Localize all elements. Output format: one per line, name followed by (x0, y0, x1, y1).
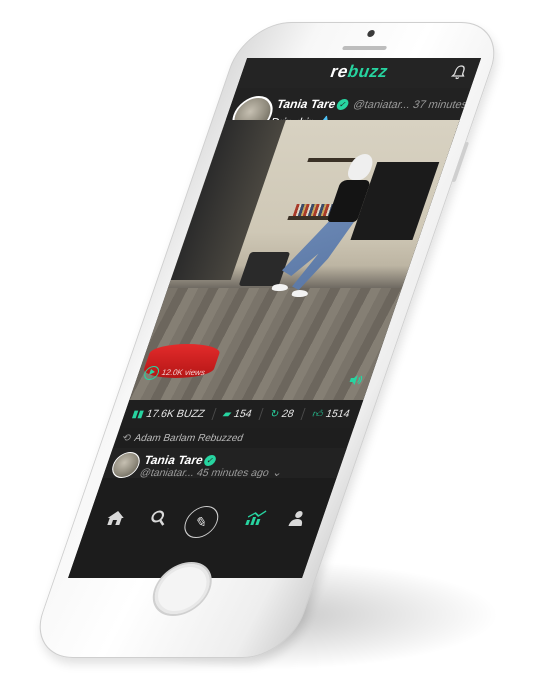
search-icon[interactable] (146, 510, 169, 531)
second-post-header: Tania Tare✓ @taniatar... 45 minutes ago⌄ (102, 448, 347, 479)
rebuzz-count: 28 (279, 408, 296, 420)
rebuzzed-by-text: Adam Barlam Rebuzzed (132, 433, 245, 444)
buzz-stat[interactable]: ▮▮ 17.6K BUZZ (130, 408, 207, 420)
rebuzz-attribution[interactable]: ⟲Adam Barlam Rebuzzed (113, 430, 353, 448)
video-views: 12.0K views (160, 368, 207, 378)
video-play-overlay[interactable]: 12.0K views (142, 364, 208, 382)
home-icon[interactable] (102, 510, 127, 531)
buzz-count: 17.6K BUZZ (144, 408, 207, 420)
like-stat[interactable]: 👍︎ 1514 (311, 408, 352, 420)
profile-icon[interactable] (286, 510, 307, 531)
divider (258, 408, 264, 420)
earpiece-speaker (341, 46, 388, 50)
trending-icon[interactable] (242, 510, 267, 531)
comment-icon: ▰ (221, 408, 233, 420)
comment-stat[interactable]: ▰ 154 (221, 408, 253, 420)
rebuzz-logo: rebuzz (239, 62, 480, 82)
rebuzz-icon: ⟲ (120, 433, 133, 444)
phone-device: rebuzz Tania Tare✓ @taniatar... 37 minut… (26, 22, 508, 658)
bar-chart-icon: ▮▮ (130, 408, 146, 420)
thumbs-up-icon: 👍︎ (310, 409, 325, 420)
author-handle[interactable]: @taniatar... (351, 99, 412, 111)
logo-suffix: buzz (344, 62, 392, 81)
rebuzz-stat[interactable]: ↻ 28 (268, 408, 296, 420)
verified-badge-icon: ✓ (335, 99, 351, 111)
avatar[interactable] (108, 452, 144, 478)
comment-count: 154 (231, 408, 254, 420)
author-name[interactable]: Tania Tare (142, 453, 205, 467)
mockup-stage: rebuzz Tania Tare✓ @taniatar... 37 minut… (0, 0, 533, 691)
divider (300, 408, 306, 420)
post-author-row: Tania Tare✓ (142, 453, 220, 467)
divider (211, 408, 217, 420)
verified-badge-icon: ✓ (202, 455, 218, 467)
post-author-row: Tania Tare✓ @taniatar... 37 minutes ago⌄ (275, 97, 481, 111)
like-count: 1514 (324, 408, 352, 420)
bottom-navigation: ✎ (68, 478, 337, 578)
play-icon[interactable] (142, 365, 162, 380)
video-scene-furniture (238, 252, 291, 286)
app-screen: rebuzz Tania Tare✓ @taniatar... 37 minut… (68, 58, 482, 578)
app-header: rebuzz (236, 58, 482, 88)
compose-pen-icon[interactable]: ✎ (179, 506, 223, 538)
rebuzz-icon: ↻ (268, 408, 281, 420)
author-name[interactable]: Tania Tare (275, 97, 338, 111)
post-stats-bar: ▮▮ 17.6K BUZZ ▰ 154 ↻ 28 👍︎ 1514 (119, 400, 364, 428)
post-video[interactable]: 12.0K views (129, 120, 460, 400)
